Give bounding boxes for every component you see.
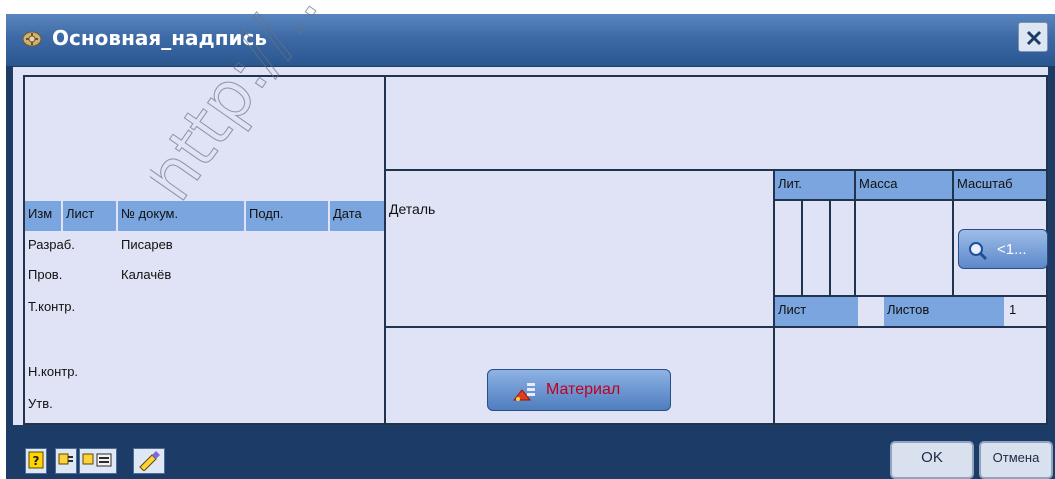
window-title: Основная_надпись (52, 26, 268, 50)
sign-cell[interactable] (246, 137, 328, 167)
doc-cell[interactable] (118, 137, 244, 167)
designation-field[interactable]: Деталь (386, 195, 773, 273)
grid-line (952, 169, 954, 297)
grid-line (801, 199, 803, 297)
material-field[interactable] (386, 291, 773, 326)
material-icon (512, 383, 535, 401)
name-band (386, 273, 773, 291)
role-label: Разраб. (25, 233, 116, 261)
app-icon (22, 30, 42, 48)
signature-field[interactable] (246, 263, 328, 291)
role-label (25, 328, 116, 358)
date-cell[interactable] (330, 169, 384, 199)
lit-value[interactable] (831, 229, 854, 251)
doc-cell[interactable] (118, 107, 244, 135)
name-field[interactable] (118, 392, 244, 422)
close-icon (1026, 30, 1042, 46)
help-icon: ? (28, 451, 44, 469)
doc-code-band (386, 77, 1046, 91)
mass-field[interactable] (858, 229, 952, 251)
signature-field[interactable] (246, 233, 328, 261)
izm-cell[interactable] (25, 107, 61, 135)
list-cell[interactable] (63, 107, 116, 135)
grid-line (23, 423, 1048, 425)
sheet-label: Лист (775, 297, 858, 326)
signature-field[interactable] (246, 328, 328, 358)
date-field[interactable] (330, 293, 384, 326)
doc-cell[interactable] (118, 169, 244, 199)
grid-line (829, 199, 831, 297)
grid-line (854, 169, 856, 297)
sign-cell[interactable] (246, 107, 328, 135)
header-list: Лист (63, 201, 116, 231)
role-label: Пров. (25, 263, 116, 291)
grid-line (23, 75, 25, 425)
sign-cell[interactable] (246, 77, 328, 105)
sheet-field[interactable] (860, 297, 882, 326)
ok-button[interactable]: OK (890, 441, 974, 479)
signature-field[interactable] (246, 392, 328, 422)
date-field[interactable] (330, 392, 384, 422)
signature-field[interactable] (246, 293, 328, 326)
scale-label: Масштаб (954, 171, 1046, 199)
header-izm: Изм (25, 201, 61, 231)
list-cell[interactable] (63, 169, 116, 199)
material-button[interactable]: Материал (487, 369, 671, 411)
role-label: Т.контр. (25, 293, 116, 326)
sheets-field[interactable]: 1 (1006, 297, 1046, 326)
izm-cell[interactable] (25, 77, 61, 105)
date-field[interactable] (330, 328, 384, 358)
date-field[interactable] (330, 360, 384, 390)
signature-field[interactable] (246, 360, 328, 390)
tool-3-icon (82, 453, 112, 467)
scale-button[interactable]: <1... (958, 229, 1048, 269)
sheets-label: Листов (884, 297, 1004, 326)
material-button-label: Материал (546, 381, 621, 398)
name-field[interactable] (118, 293, 244, 326)
tool-2-button[interactable] (55, 448, 77, 474)
name-field[interactable]: Калачёв (118, 263, 244, 291)
svg-text:?: ? (33, 454, 40, 468)
header-doc-number: № докум. (118, 201, 244, 231)
list-cell[interactable] (63, 77, 116, 105)
date-cell[interactable] (330, 77, 384, 105)
name-field[interactable]: Писарев (118, 233, 244, 261)
doc-cell[interactable] (118, 77, 244, 105)
edit-icon (139, 451, 160, 472)
role-label: Утв. (25, 392, 116, 422)
name-band (386, 171, 773, 195)
tool-3-button[interactable] (79, 448, 117, 474)
mass-label: Масса (856, 171, 952, 199)
role-label: Н.контр. (25, 360, 116, 390)
lit-value[interactable] (803, 229, 829, 251)
date-field[interactable] (330, 263, 384, 291)
header-date: Дата (330, 201, 384, 231)
lit-label: Лит. (775, 171, 854, 199)
tool-2-icon (58, 453, 73, 465)
date-cell[interactable] (330, 137, 384, 167)
cancel-button[interactable]: Отмена (979, 441, 1053, 479)
org-area[interactable] (775, 328, 1046, 423)
date-field[interactable] (330, 233, 384, 261)
help-button[interactable]: ? (25, 448, 47, 474)
izm-cell[interactable] (25, 137, 61, 167)
name-field[interactable] (118, 360, 244, 390)
name-field[interactable] (118, 328, 244, 358)
search-icon (969, 242, 988, 261)
izm-cell[interactable] (25, 169, 61, 199)
list-cell[interactable] (63, 137, 116, 167)
scale-button-label: <1... (997, 241, 1027, 258)
close-button[interactable] (1018, 22, 1048, 52)
edit-button[interactable] (133, 448, 165, 474)
doc-code-band (386, 137, 1046, 169)
sign-cell[interactable] (246, 169, 328, 199)
date-cell[interactable] (330, 107, 384, 135)
doc-code-field[interactable] (386, 91, 1046, 137)
lit-value[interactable] (775, 229, 801, 251)
header-signature: Подп. (246, 201, 328, 231)
